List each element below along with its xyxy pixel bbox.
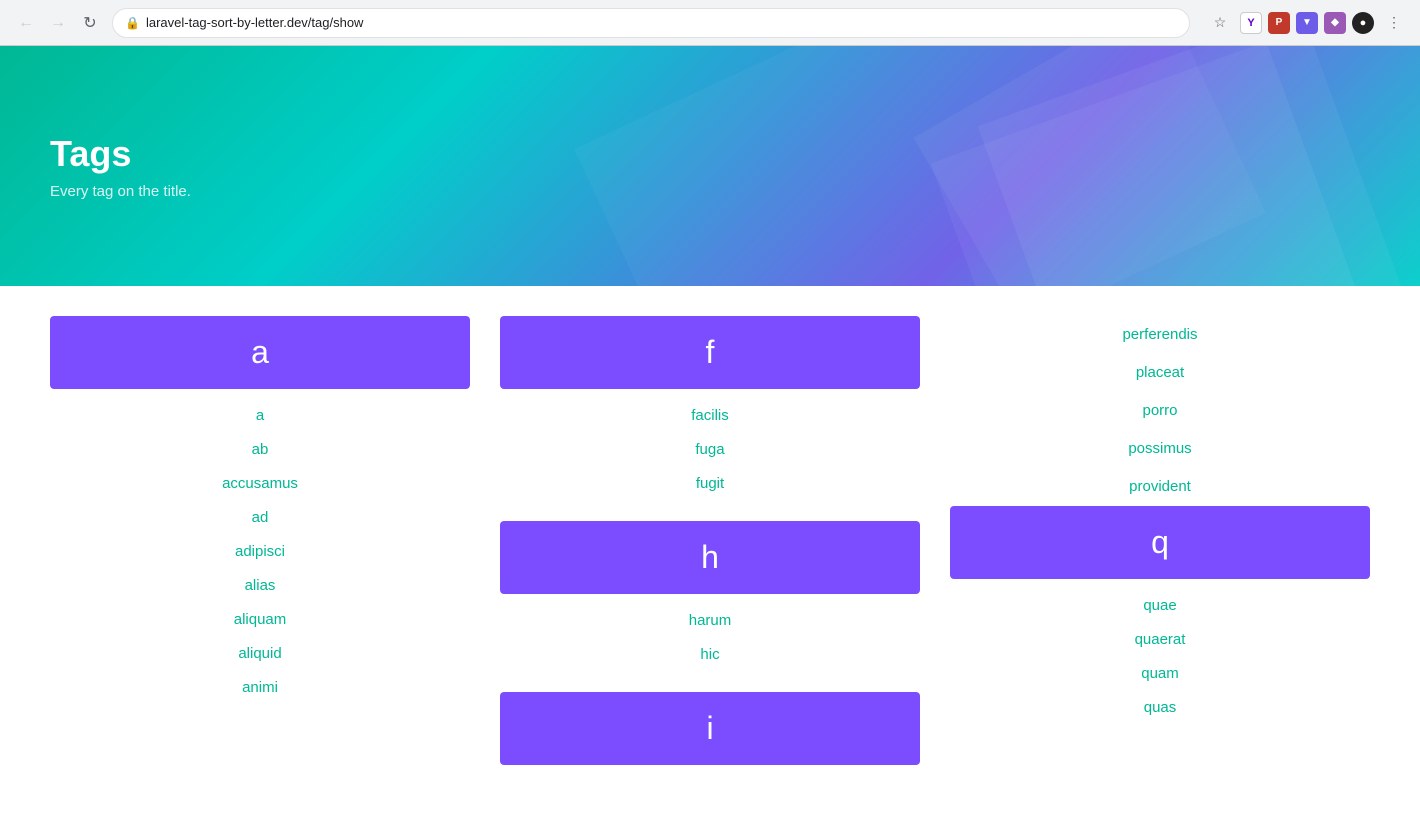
browser-chrome: ← → ↻ 🔒 laravel-tag-sort-by-letter.dev/t… bbox=[0, 0, 1420, 46]
list-item: fugit bbox=[500, 467, 920, 501]
tag-list-p: perferendis placeat porro possimus provi… bbox=[950, 316, 1370, 506]
column-f: f facilis fuga fugit h harum hic i bbox=[500, 316, 920, 785]
list-item: aliquid bbox=[50, 637, 470, 671]
list-item: facilis bbox=[500, 399, 920, 433]
tag-link[interactable]: fugit bbox=[696, 475, 724, 492]
list-item: quaerat bbox=[950, 623, 1370, 657]
hero-subtitle: Every tag on the title. bbox=[50, 183, 191, 200]
red-ext-icon[interactable]: P bbox=[1268, 12, 1290, 34]
reload-button[interactable]: ↻ bbox=[76, 9, 104, 37]
back-button[interactable]: ← bbox=[12, 9, 40, 37]
list-item: porro bbox=[950, 392, 1370, 430]
section-q: q quae quaerat quam quas bbox=[950, 506, 1370, 725]
tag-link[interactable]: adipisci bbox=[235, 543, 285, 560]
tag-list-q: quae quaerat quam quas bbox=[950, 589, 1370, 725]
section-f: f facilis fuga fugit bbox=[500, 316, 920, 501]
tag-link[interactable]: quaerat bbox=[1135, 631, 1186, 648]
list-item: placeat bbox=[950, 354, 1370, 392]
list-item: ab bbox=[50, 433, 470, 467]
tag-link[interactable]: animi bbox=[242, 679, 278, 696]
yahoo-ext-icon[interactable]: Y bbox=[1240, 12, 1262, 34]
list-item: adipisci bbox=[50, 535, 470, 569]
hero-banner: Tags Every tag on the title. bbox=[0, 46, 1420, 286]
tag-link[interactable]: harum bbox=[689, 612, 732, 629]
column-p: perferendis placeat porro possimus provi… bbox=[950, 316, 1370, 785]
list-item: quas bbox=[950, 691, 1370, 725]
violet-ext-icon[interactable]: ◆ bbox=[1324, 12, 1346, 34]
column-a: a a ab accusamus ad adipisci alias aliqu… bbox=[50, 316, 470, 785]
forward-button[interactable]: → bbox=[44, 9, 72, 37]
letter-header-i: i bbox=[500, 692, 920, 765]
address-bar[interactable]: 🔒 laravel-tag-sort-by-letter.dev/tag/sho… bbox=[112, 8, 1190, 38]
tag-link[interactable]: facilis bbox=[691, 407, 729, 424]
tag-link[interactable]: possimus bbox=[1128, 440, 1191, 457]
tag-link[interactable]: perferendis bbox=[1122, 326, 1197, 343]
list-item: harum bbox=[500, 604, 920, 638]
tag-link[interactable]: ab bbox=[252, 441, 269, 458]
list-item: a bbox=[50, 399, 470, 433]
list-item: quam bbox=[950, 657, 1370, 691]
hero-content: Tags Every tag on the title. bbox=[50, 133, 191, 200]
user-icon[interactable]: ● bbox=[1352, 12, 1374, 34]
lock-icon: 🔒 bbox=[125, 16, 140, 30]
p-items: perferendis placeat porro possimus provi… bbox=[950, 316, 1370, 506]
tag-link[interactable]: hic bbox=[700, 646, 719, 663]
list-item: fuga bbox=[500, 433, 920, 467]
hero-decoration-1 bbox=[574, 46, 1266, 286]
menu-button[interactable]: ⋮ bbox=[1380, 9, 1408, 37]
tag-list-a: a ab accusamus ad adipisci alias aliquam… bbox=[50, 399, 470, 705]
letter-header-a: a bbox=[50, 316, 470, 389]
list-item: alias bbox=[50, 569, 470, 603]
list-item: hic bbox=[500, 638, 920, 672]
list-item: aliquam bbox=[50, 603, 470, 637]
list-item: possimus bbox=[950, 430, 1370, 468]
tag-link[interactable]: quas bbox=[1144, 699, 1177, 716]
tag-link[interactable]: quae bbox=[1143, 597, 1176, 614]
columns-wrapper: a a ab accusamus ad adipisci alias aliqu… bbox=[50, 316, 1370, 785]
tag-link[interactable]: porro bbox=[1142, 402, 1177, 419]
tag-link[interactable]: aliquam bbox=[234, 611, 287, 628]
nav-buttons: ← → ↻ bbox=[12, 9, 104, 37]
hero-title: Tags bbox=[50, 133, 191, 175]
purple-ext-icon[interactable]: ▼ bbox=[1296, 12, 1318, 34]
tag-link[interactable]: accusamus bbox=[222, 475, 298, 492]
tag-link[interactable]: a bbox=[256, 407, 264, 424]
list-item: ad bbox=[50, 501, 470, 535]
main-content: a a ab accusamus ad adipisci alias aliqu… bbox=[0, 286, 1420, 815]
list-item: quae bbox=[950, 589, 1370, 623]
list-item: accusamus bbox=[50, 467, 470, 501]
tag-link[interactable]: aliquid bbox=[238, 645, 281, 662]
tag-link[interactable]: alias bbox=[245, 577, 276, 594]
list-item: provident bbox=[950, 468, 1370, 506]
section-h: h harum hic bbox=[500, 521, 920, 672]
url-text: laravel-tag-sort-by-letter.dev/tag/show bbox=[146, 15, 363, 30]
tag-link[interactable]: ad bbox=[252, 509, 269, 526]
tag-list-h: harum hic bbox=[500, 604, 920, 672]
tag-link[interactable]: placeat bbox=[1136, 364, 1184, 381]
tag-list-f: facilis fuga fugit bbox=[500, 399, 920, 501]
tag-link[interactable]: provident bbox=[1129, 478, 1191, 495]
letter-header-q: q bbox=[950, 506, 1370, 579]
letter-header-h: h bbox=[500, 521, 920, 594]
list-item: animi bbox=[50, 671, 470, 705]
tag-link[interactable]: fuga bbox=[695, 441, 724, 458]
bookmark-button[interactable]: ☆ bbox=[1206, 9, 1234, 37]
section-a: a a ab accusamus ad adipisci alias aliqu… bbox=[50, 316, 470, 705]
section-i: i bbox=[500, 692, 920, 765]
browser-actions: ☆ Y P ▼ ◆ ● ⋮ bbox=[1206, 9, 1408, 37]
tag-link[interactable]: quam bbox=[1141, 665, 1179, 682]
list-item: perferendis bbox=[950, 316, 1370, 354]
letter-header-f: f bbox=[500, 316, 920, 389]
